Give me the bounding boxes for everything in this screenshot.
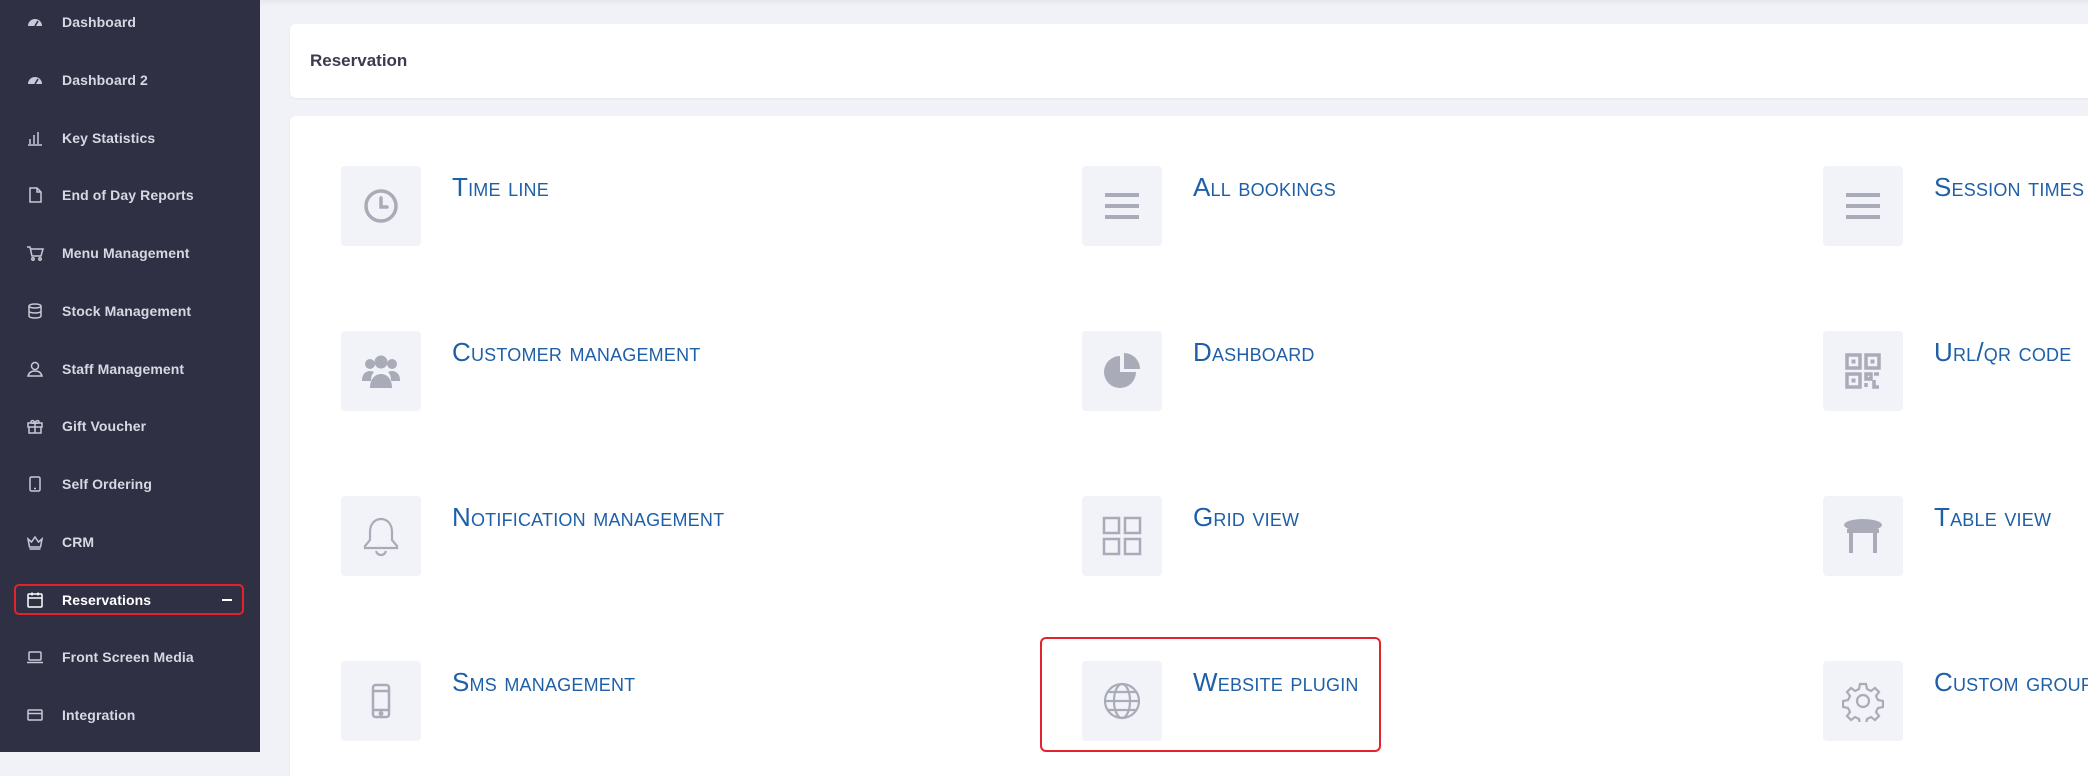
sidebar-item-self-ordering[interactable]: Self Ordering [0, 464, 260, 504]
tile-label[interactable]: Dashboard [1193, 337, 1315, 368]
cart-icon [26, 244, 44, 262]
table-icon [1823, 496, 1903, 576]
tile-custom-group[interactable]: Custom group [1823, 661, 2088, 751]
page-title: Reservation [310, 51, 408, 70]
sidebar-item-label: Front Screen Media [62, 649, 194, 665]
gear-icon [1823, 661, 1903, 741]
sidebar-item-label: Integration [62, 707, 136, 723]
database-icon [26, 302, 44, 320]
sidebar-item-label: CRM [62, 534, 95, 550]
grid-icon [1082, 496, 1162, 576]
top-bar-shadow [260, 0, 2088, 6]
sidebar-item-crm[interactable]: CRM [0, 522, 260, 562]
pie-chart-icon [1082, 331, 1162, 411]
tile-customer-management[interactable]: Customer management [341, 331, 1041, 421]
tile-grid-view[interactable]: Grid view [1082, 496, 1782, 586]
sidebar-item-label: Dashboard 2 [62, 72, 148, 88]
website-plugin-highlight-frame [1040, 637, 1381, 752]
crown-icon [26, 533, 44, 551]
sidebar-item-gift-voucher[interactable]: Gift Voucher [0, 406, 260, 446]
sidebar-item-key-statistics[interactable]: Key Statistics [0, 118, 260, 158]
tile-label[interactable]: Customer management [452, 337, 700, 368]
bell-icon [341, 496, 421, 576]
sidebar-item-label: Key Statistics [62, 130, 156, 146]
selection-highlight-frame [14, 584, 244, 615]
sidebar-item-label: Self Ordering [62, 476, 152, 492]
bar-chart-icon [26, 129, 44, 147]
sidebar-item-end-of-day-reports[interactable]: End of Day Reports [0, 175, 260, 215]
mobile-phone-icon [341, 661, 421, 741]
sidebar-item-label: Gift Voucher [62, 418, 147, 434]
tile-table-view[interactable]: Table view [1823, 496, 2088, 586]
gift-icon [26, 417, 44, 435]
page-title-card: Reservation [290, 24, 2088, 98]
tile-label[interactable]: Custom group [1934, 667, 2088, 698]
tile-label[interactable]: Grid view [1193, 502, 1299, 533]
tile-session-times[interactable]: Session times [1823, 166, 2088, 256]
clock-icon [341, 166, 421, 246]
tile-label[interactable]: All bookings [1193, 172, 1336, 203]
tablet-icon [26, 475, 44, 493]
qr-code-icon [1823, 331, 1903, 411]
sidebar-item-label: End of Day Reports [62, 187, 194, 203]
sidebar-item-integration[interactable]: Integration [0, 695, 260, 735]
sidebar-item-label: Stock Management [62, 303, 192, 319]
sidebar-item-staff-management[interactable]: Staff Management [0, 349, 260, 389]
speedometer-icon [26, 13, 44, 31]
users-group-icon [341, 331, 421, 411]
sidebar-item-front-screen-media[interactable]: Front Screen Media [0, 637, 260, 677]
list-icon [1082, 166, 1162, 246]
tile-label[interactable]: Sms management [452, 667, 635, 698]
sidebar: Dashboard Dashboard 2 Key Statistics End… [0, 0, 260, 752]
sidebar-item-label: Menu Management [62, 245, 190, 261]
sidebar-item-menu-management[interactable]: Menu Management [0, 233, 260, 273]
user-icon [26, 360, 44, 378]
tile-label[interactable]: Session times [1934, 172, 2084, 203]
laptop-icon [26, 648, 44, 666]
tile-time-line[interactable]: Time line [341, 166, 1041, 256]
sidebar-item-label: Staff Management [62, 361, 185, 377]
sidebar-item-stock-management[interactable]: Stock Management [0, 291, 260, 331]
tile-label[interactable]: Notification management [452, 502, 724, 533]
tile-all-bookings[interactable]: All bookings [1082, 166, 1782, 256]
list-icon [1823, 166, 1903, 246]
sidebar-item-dashboard-2[interactable]: Dashboard 2 [0, 60, 260, 100]
tile-notification-management[interactable]: Notification management [341, 496, 1041, 586]
tile-dashboard[interactable]: Dashboard [1082, 331, 1782, 421]
tile-label[interactable]: Time line [452, 172, 549, 203]
tile-label[interactable]: Table view [1934, 502, 2051, 533]
document-icon [26, 186, 44, 204]
sidebar-item-label: Dashboard [62, 14, 137, 30]
tile-url-qr-code[interactable]: Url/qr code [1823, 331, 2088, 421]
tile-label[interactable]: Url/qr code [1934, 337, 2071, 368]
sidebar-item-dashboard[interactable]: Dashboard [0, 2, 260, 42]
speedometer-icon [26, 71, 44, 89]
tile-sms-management[interactable]: Sms management [341, 661, 1041, 751]
card-icon [26, 706, 44, 724]
